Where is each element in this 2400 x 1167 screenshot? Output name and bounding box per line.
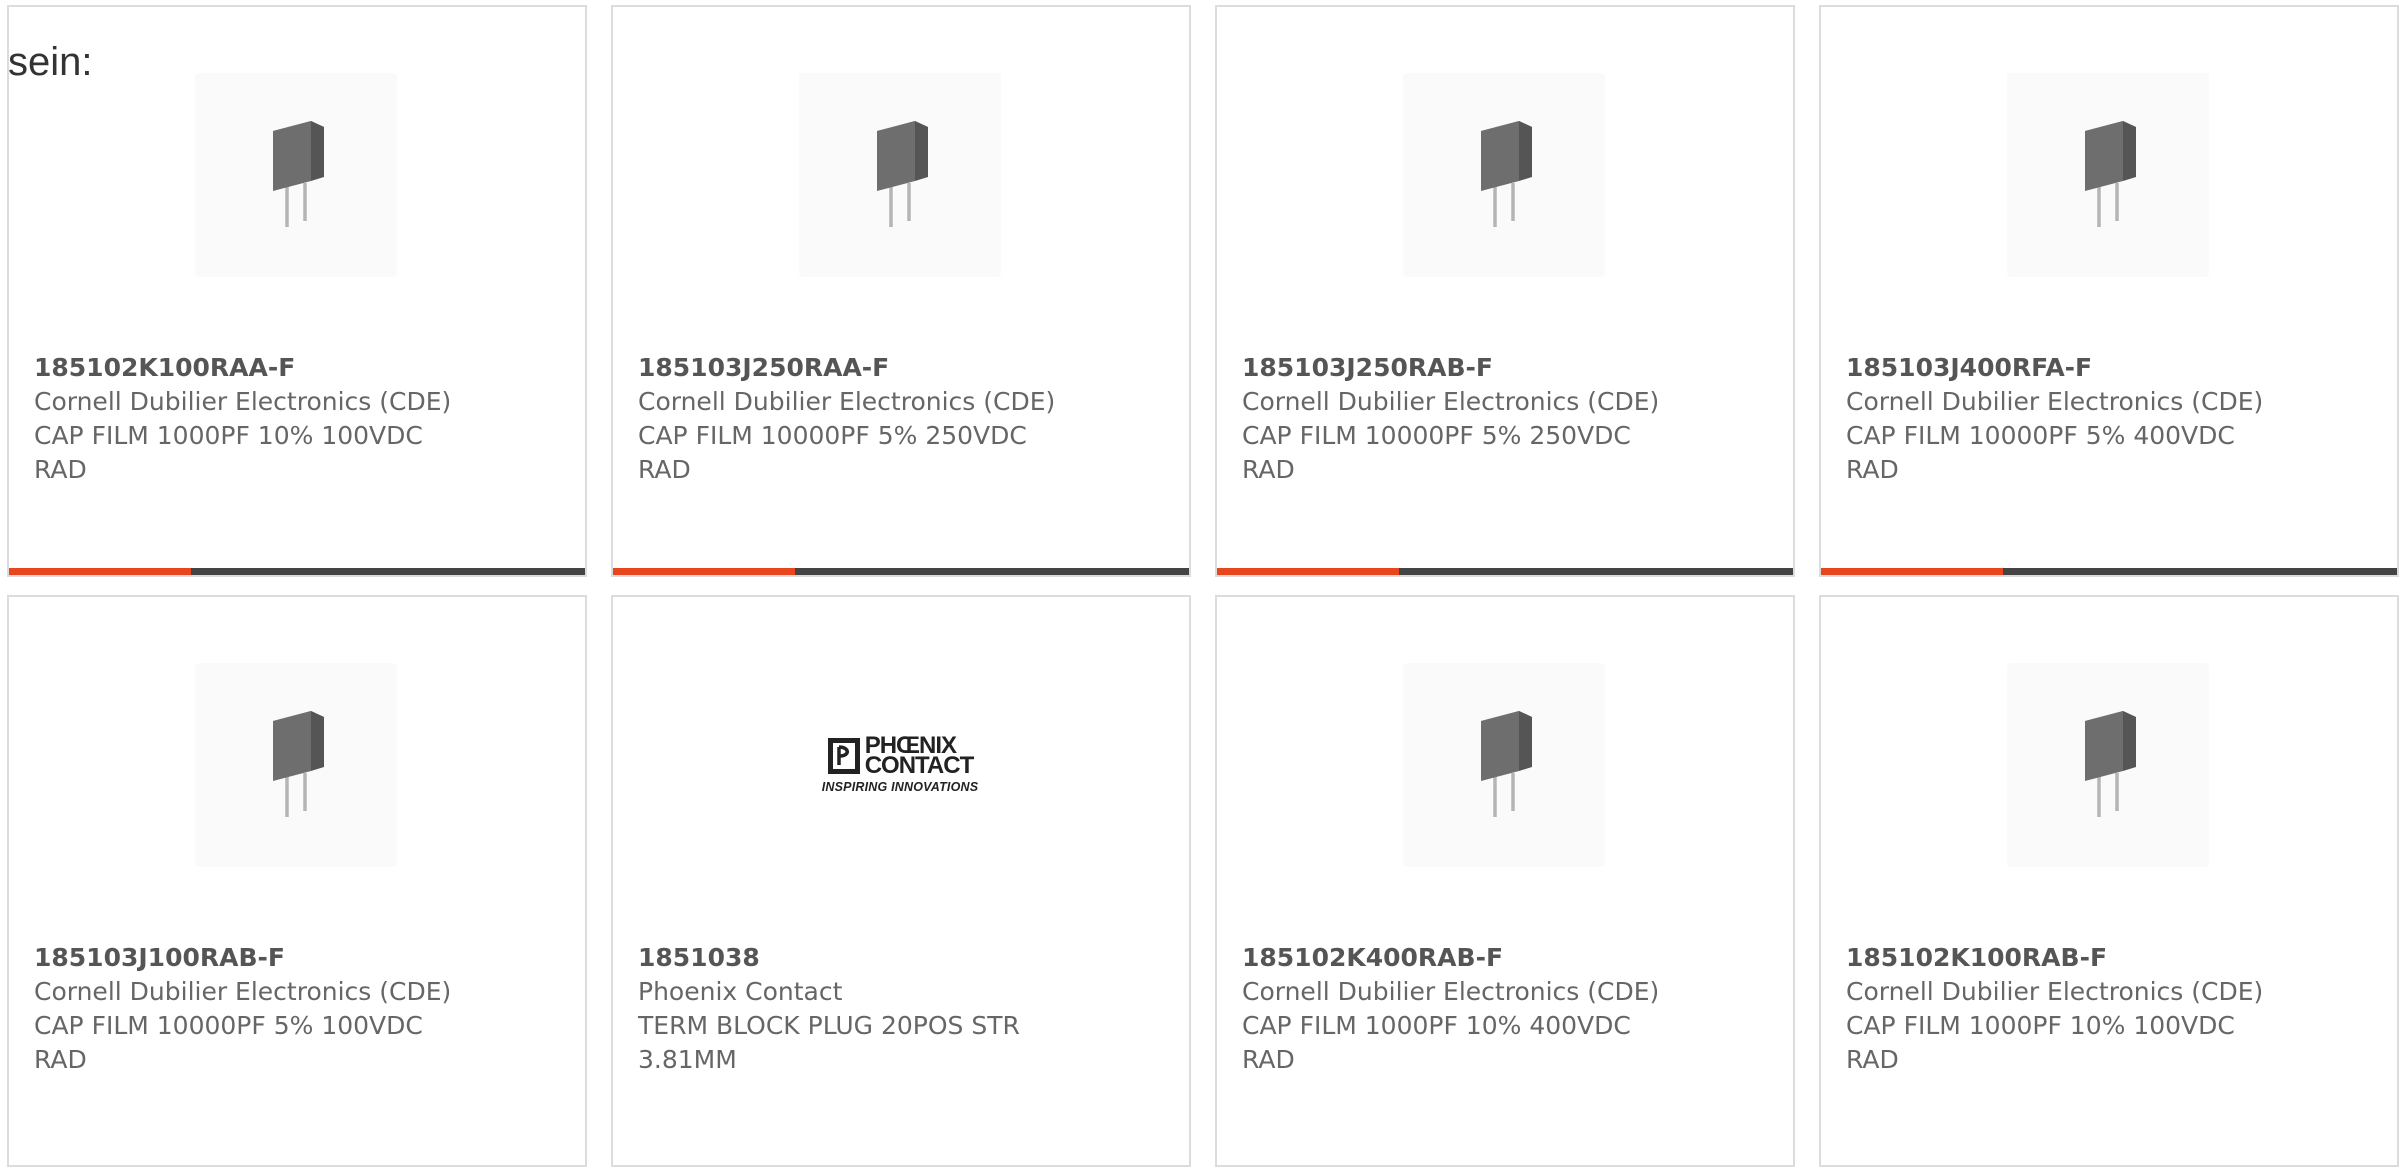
product-image	[1403, 73, 1605, 277]
part-number-link[interactable]: 185103J400RFA-F	[1846, 351, 2346, 385]
product-description: CAP FILM 1000PF 10% 100VDC RAD	[1846, 1011, 2235, 1074]
card-accent-bar	[613, 568, 795, 575]
product-card[interactable]: 185103J400RFA-F Cornell Dubilier Electro…	[1819, 5, 2399, 577]
phoenix-logo-mark-icon	[827, 738, 860, 774]
product-image	[195, 663, 397, 867]
capacitor-icon	[877, 121, 928, 227]
capacitor-icon	[2085, 711, 2136, 817]
capacitor-icon	[1481, 711, 1532, 817]
product-image	[799, 73, 1001, 277]
manufacturer-label: Phoenix Contact	[638, 977, 843, 1006]
phoenix-contact-logo: PHŒNIX CONTACT INSPIRING INNOVATIONS	[821, 734, 979, 795]
manufacturer-label: Cornell Dubilier Electronics (CDE)	[1846, 977, 2264, 1006]
logo-text-line2: CONTACT	[864, 752, 975, 779]
product-card[interactable]: 185102K100RAB-F Cornell Dubilier Electro…	[1819, 595, 2399, 1167]
product-card[interactable]: 185102K100RAA-F Cornell Dubilier Electro…	[7, 5, 587, 577]
product-image	[2007, 73, 2209, 277]
product-description: CAP FILM 10000PF 5% 250VDC RAD	[638, 421, 1027, 484]
capacitor-icon	[273, 711, 324, 817]
part-number-link[interactable]: 185103J100RAB-F	[34, 941, 534, 975]
product-description: CAP FILM 1000PF 10% 100VDC RAD	[34, 421, 423, 484]
part-number-link[interactable]: 185102K400RAB-F	[1242, 941, 1742, 975]
product-image	[1403, 663, 1605, 867]
product-card[interactable]: 185103J250RAA-F Cornell Dubilier Electro…	[611, 5, 1191, 577]
part-number-link[interactable]: 185103J250RAB-F	[1242, 351, 1742, 385]
product-card[interactable]: 185102K400RAB-F Cornell Dubilier Electro…	[1215, 595, 1795, 1167]
part-number-link[interactable]: 1851038	[638, 941, 1138, 975]
manufacturer-label: Cornell Dubilier Electronics (CDE)	[1242, 977, 1660, 1006]
card-accent-bar	[9, 568, 191, 575]
card-bottom-bar	[613, 568, 1189, 575]
part-number-link[interactable]: 185102K100RAA-F	[34, 351, 534, 385]
product-description: CAP FILM 10000PF 5% 250VDC RAD	[1242, 421, 1631, 484]
product-description: CAP FILM 10000PF 5% 100VDC RAD	[34, 1011, 423, 1074]
manufacturer-label: Cornell Dubilier Electronics (CDE)	[1846, 387, 2264, 416]
manufacturer-label: Cornell Dubilier Electronics (CDE)	[638, 387, 1056, 416]
capacitor-icon	[1481, 121, 1532, 227]
card-bottom-bar	[1821, 568, 2397, 575]
capacitor-icon	[2085, 121, 2136, 227]
card-bottom-bar	[1217, 568, 1793, 575]
product-card[interactable]: PHŒNIX CONTACT INSPIRING INNOVATIONS 185…	[611, 595, 1191, 1167]
product-description: CAP FILM 10000PF 5% 400VDC RAD	[1846, 421, 2235, 484]
product-image	[195, 73, 397, 277]
manufacturer-label: Cornell Dubilier Electronics (CDE)	[1242, 387, 1660, 416]
logo-tagline: INSPIRING INNOVATIONS	[821, 780, 979, 794]
product-card[interactable]: 185103J100RAB-F Cornell Dubilier Electro…	[7, 595, 587, 1167]
card-bottom-bar	[9, 568, 585, 575]
product-description: CAP FILM 1000PF 10% 400VDC RAD	[1242, 1011, 1631, 1074]
capacitor-icon	[273, 121, 324, 227]
product-grid: 185102K100RAA-F Cornell Dubilier Electro…	[0, 0, 2400, 1167]
product-image: PHŒNIX CONTACT INSPIRING INNOVATIONS	[799, 663, 1001, 867]
part-number-link[interactable]: 185102K100RAB-F	[1846, 941, 2346, 975]
card-accent-bar	[1217, 568, 1399, 575]
part-number-link[interactable]: 185103J250RAA-F	[638, 351, 1138, 385]
product-description: TERM BLOCK PLUG 20POS STR 3.81MM	[638, 1011, 1020, 1074]
manufacturer-label: Cornell Dubilier Electronics (CDE)	[34, 387, 452, 416]
card-accent-bar	[1821, 568, 2003, 575]
product-image	[2007, 663, 2209, 867]
product-card[interactable]: 185103J250RAB-F Cornell Dubilier Electro…	[1215, 5, 1795, 577]
intro-text: sein:	[8, 40, 93, 84]
manufacturer-label: Cornell Dubilier Electronics (CDE)	[34, 977, 452, 1006]
